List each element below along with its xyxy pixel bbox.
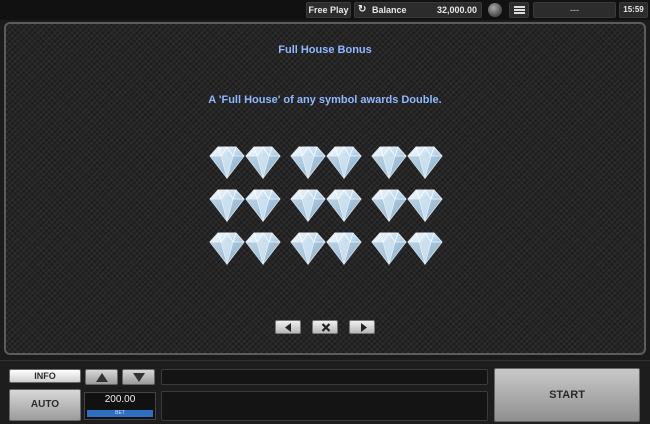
diamond-icon [288,230,328,266]
diamond-icon [243,144,283,180]
previous-page-button[interactable] [275,320,301,334]
info-button[interactable]: INFO [9,369,81,383]
clock: 15:59 [619,2,648,18]
diamond-icon [369,230,409,266]
diamond-icon [207,144,247,180]
top-bar: Free Play ↻ Balance 32,000.00 --- 15:59 [0,0,650,20]
bonus-description: A 'Full House' of any symbol awards Doub… [208,94,442,106]
hamburger-icon [514,6,525,14]
arrow-down-icon [133,373,145,382]
status-field: --- [533,2,616,18]
sound-toggle-icon[interactable] [488,3,502,17]
diamond-icon [405,230,445,266]
diamond-icon [243,187,283,223]
bet-decrease-button[interactable] [122,369,155,385]
bet-increase-button[interactable] [85,369,118,385]
message-field-top [161,369,488,385]
free-play-label: Free Play [306,2,351,18]
page-title: Full House Bonus [278,44,372,56]
menu-button[interactable] [509,2,529,18]
paytable-panel: Full House Bonus A 'Full House' of any s… [4,22,646,355]
start-button[interactable]: START [494,368,640,422]
balance-label: Balance [372,5,407,15]
diamond-icon [369,187,409,223]
diamond-grid [207,144,447,274]
control-bar: INFO AUTO 200.00 BET START [0,360,650,424]
diamond-icon [243,230,283,266]
diamond-icon [324,230,364,266]
bet-label: BET [87,410,153,417]
arrow-left-icon [285,323,291,332]
auto-button[interactable]: AUTO [9,389,81,421]
diamond-icon [369,144,409,180]
diamond-icon [405,187,445,223]
bet-display: 200.00 BET [84,392,156,420]
close-button[interactable] [312,320,338,334]
diamond-icon [405,144,445,180]
arrow-up-icon [96,373,108,382]
diamond-icon [324,144,364,180]
next-page-button[interactable] [349,320,375,334]
close-icon [321,323,331,332]
arrow-right-icon [361,323,367,332]
diamond-icon [207,230,247,266]
refresh-icon[interactable]: ↻ [358,3,366,17]
balance-value: 32,000.00 [436,5,477,15]
diamond-icon [207,187,247,223]
bet-value: 200.00 [104,394,136,405]
diamond-icon [324,187,364,223]
balance-display: ↻ Balance 32,000.00 [354,2,482,18]
message-field-bottom [161,391,488,421]
diamond-icon [288,144,328,180]
diamond-icon [288,187,328,223]
